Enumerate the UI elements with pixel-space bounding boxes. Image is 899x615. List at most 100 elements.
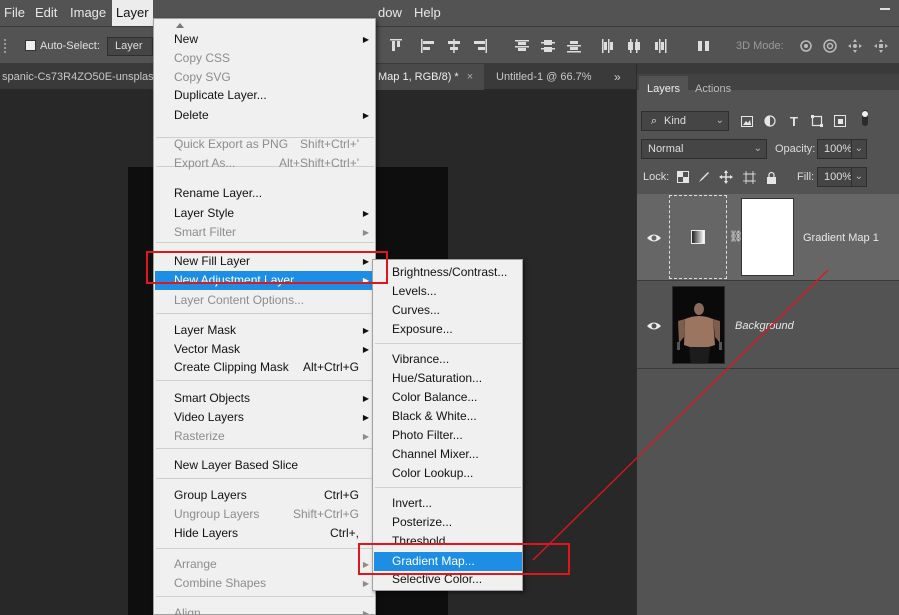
menu-item-align[interactable]: Align ▶ — [155, 604, 375, 615]
menu-window[interactable]: dow — [374, 0, 406, 26]
menu-item-layer-style[interactable]: Layer Style ▶ — [155, 204, 375, 223]
menu-item-shortcut: Ctrl+G — [323, 488, 359, 502]
submenu-item-posterize[interactable]: Posterize... — [374, 513, 522, 532]
menu-item-combine-shapes[interactable]: Combine Shapes ▶ — [155, 574, 375, 593]
lock-all-icon[interactable] — [763, 169, 779, 185]
distribute-left-icon[interactable] — [598, 36, 618, 56]
distribute-vcenter-icon[interactable] — [538, 36, 558, 56]
menu-item-smart-objects[interactable]: Smart Objects ▶ — [155, 389, 375, 408]
auto-align-icon[interactable] — [694, 36, 714, 56]
layer-name-background[interactable]: Background — [735, 320, 794, 332]
fill-dropdown[interactable]: ⌄ — [851, 167, 867, 187]
submenu-item-color-lookup[interactable]: Color Lookup... — [374, 464, 522, 483]
menu-item-copy-css[interactable]: Copy CSS — [155, 49, 375, 68]
menu-edit[interactable]: Edit — [31, 0, 61, 26]
menu-item-rename-layer[interactable]: Rename Layer... — [155, 184, 375, 203]
menu-item-rasterize[interactable]: Rasterize ▶ — [155, 427, 375, 446]
menu-item-new[interactable]: New ▶ — [155, 30, 375, 49]
tab-actions[interactable]: Actions — [687, 76, 739, 102]
menu-item-create-clipping-mask[interactable]: Create Clipping Mask Alt+Ctrl+G — [155, 358, 375, 377]
filter-kind-dropdown[interactable]: ⌕ Kind ⌄ — [641, 111, 729, 131]
filter-type-icon[interactable]: T — [786, 113, 802, 129]
lock-position-icon[interactable] — [718, 169, 734, 185]
grip-handle[interactable] — [4, 39, 12, 53]
background-thumbnail[interactable] — [672, 286, 725, 364]
orbit-3d-icon[interactable] — [796, 36, 816, 56]
layer-name-gradient-map[interactable]: Gradient Map 1 — [803, 232, 879, 244]
submenu-item-exposure[interactable]: Exposure... — [374, 320, 522, 339]
menu-item-ungroup-layers[interactable]: Ungroup Layers Shift+Ctrl+G — [155, 505, 375, 524]
distribute-hcenter-icon[interactable] — [624, 36, 644, 56]
menu-item-new-fill-layer[interactable]: New Fill Layer ▶ — [155, 252, 375, 271]
submenu-item-channel-mixer[interactable]: Channel Mixer... — [374, 445, 522, 464]
menu-item-delete[interactable]: Delete ▶ — [155, 106, 375, 125]
lock-transparent-icon[interactable] — [675, 169, 691, 185]
close-tab-icon[interactable]: × — [467, 71, 473, 83]
menu-item-quick-export-as-png[interactable]: Quick Export as PNG Shift+Ctrl+' — [155, 135, 375, 154]
menu-image[interactable]: Image — [66, 0, 110, 26]
filter-adjustment-icon[interactable] — [762, 113, 778, 129]
distribute-top-icon[interactable] — [512, 36, 532, 56]
menu-item-vector-mask[interactable]: Vector Mask ▶ — [155, 340, 375, 359]
adjustment-layer-thumbnail[interactable] — [669, 195, 727, 279]
filter-smart-object-icon[interactable] — [832, 113, 848, 129]
layer-mask-thumbnail[interactable] — [741, 198, 794, 276]
filter-pixel-icon[interactable] — [739, 113, 755, 129]
filter-toggle-icon[interactable] — [857, 110, 873, 126]
auto-select-checkbox[interactable] — [25, 40, 36, 51]
menu-item-label: Export As... — [174, 156, 236, 170]
submenu-item-selective-color[interactable]: Selective Color... — [374, 570, 522, 589]
submenu-item-threshold[interactable]: Threshold... — [374, 532, 522, 551]
menu-item-new-adjustment-layer[interactable]: New Adjustment Layer ▶ — [155, 271, 375, 290]
menu-help[interactable]: Help — [410, 0, 445, 26]
menu-item-hide-layers[interactable]: Hide Layers Ctrl+, — [155, 524, 375, 543]
minimize-icon[interactable] — [880, 8, 890, 10]
lock-artboard-icon[interactable] — [741, 169, 757, 185]
menu-item-export-as[interactable]: Export As... Alt+Shift+Ctrl+' — [155, 154, 375, 173]
menu-item-group-layers[interactable]: Group Layers Ctrl+G — [155, 486, 375, 505]
layer-row-background[interactable]: Background — [637, 282, 899, 369]
align-hcenter-icon[interactable] — [444, 36, 464, 56]
distribute-right-icon[interactable] — [650, 36, 670, 56]
roll-3d-icon[interactable] — [820, 36, 840, 56]
eye-icon[interactable] — [646, 232, 662, 244]
menu-layer[interactable]: Layer — [112, 0, 153, 26]
submenu-item-vibrance[interactable]: Vibrance... — [374, 350, 522, 369]
auto-select-dropdown[interactable]: Layer — [107, 37, 153, 56]
submenu-item-brightness-contrast[interactable]: Brightness/Contrast... — [374, 263, 522, 282]
submenu-item-photo-filter[interactable]: Photo Filter... — [374, 426, 522, 445]
blend-mode-dropdown[interactable]: Normal ⌄ — [641, 139, 767, 159]
tab-document-3[interactable]: Untitled-1 @ 66.7% — [488, 64, 608, 90]
tab-layers[interactable]: Layers — [639, 76, 689, 102]
lock-pixels-icon[interactable] — [696, 169, 712, 185]
menu-item-layer-mask[interactable]: Layer Mask ▶ — [155, 321, 375, 340]
tab-document-2[interactable]: Map 1, RGB/8) * × — [376, 64, 484, 90]
submenu-item-color-balance[interactable]: Color Balance... — [374, 388, 522, 407]
distribute-bottom-icon[interactable] — [564, 36, 584, 56]
submenu-item-curves[interactable]: Curves... — [374, 301, 522, 320]
menu-item-arrange[interactable]: Arrange ▶ — [155, 555, 375, 574]
menu-item-smart-filter[interactable]: Smart Filter ▶ — [155, 223, 375, 242]
layer-row-gradient-map[interactable]: ⛓ Gradient Map 1 — [637, 194, 899, 281]
align-top-icon[interactable] — [386, 36, 406, 56]
slide-3d-icon[interactable] — [871, 36, 891, 56]
submenu-item-levels[interactable]: Levels... — [374, 282, 522, 301]
eye-icon[interactable] — [646, 320, 662, 332]
filter-shape-icon[interactable] — [809, 113, 825, 129]
align-right-icon[interactable] — [470, 36, 490, 56]
tab-document-1[interactable]: spanic-Cs73R4ZO50E-unsplas — [0, 64, 160, 90]
menu-file[interactable]: File — [0, 0, 29, 26]
menu-item-layer-content-options[interactable]: Layer Content Options... — [155, 291, 375, 310]
pan-3d-icon[interactable] — [845, 36, 865, 56]
opacity-dropdown[interactable]: ⌄ — [851, 139, 867, 159]
align-left-icon[interactable] — [418, 36, 438, 56]
submenu-item-invert[interactable]: Invert... — [374, 494, 522, 513]
menu-item-duplicate-layer[interactable]: Duplicate Layer... — [155, 86, 375, 105]
menu-item-video-layers[interactable]: Video Layers ▶ — [155, 408, 375, 427]
tab-overflow-icon[interactable]: » — [614, 64, 621, 90]
submenu-item-gradient-map[interactable]: Gradient Map... — [374, 552, 522, 571]
submenu-item-hue-saturation[interactable]: Hue/Saturation... — [374, 369, 522, 388]
menu-item-new-layer-based-slice[interactable]: New Layer Based Slice — [155, 456, 375, 475]
submenu-item-black-white[interactable]: Black & White... — [374, 407, 522, 426]
menu-item-copy-svg[interactable]: Copy SVG — [155, 68, 375, 87]
